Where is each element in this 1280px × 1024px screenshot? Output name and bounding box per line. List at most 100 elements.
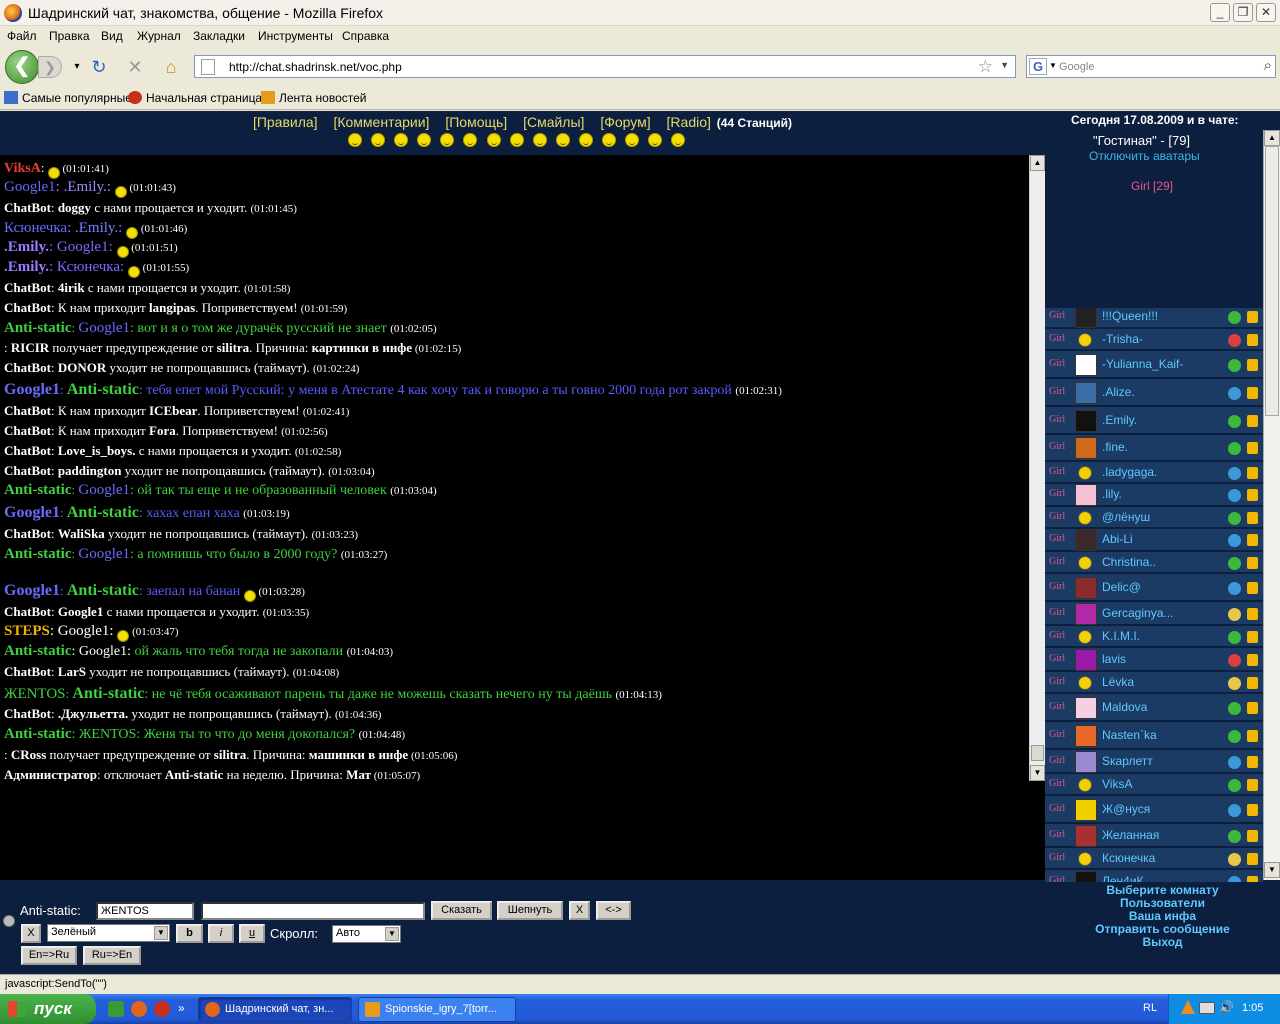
user-name[interactable]: -Trisha- [1102, 332, 1143, 346]
lock-icon[interactable] [1247, 608, 1258, 620]
url-dropdown-icon[interactable]: ▼ [1000, 60, 1009, 70]
scroll-down-icon[interactable]: ▼ [1264, 862, 1280, 878]
message-author[interactable]: ViksA [4, 161, 41, 176]
menu-view[interactable]: Вид [101, 29, 123, 43]
message-author[interactable]: : [4, 340, 11, 355]
user-name[interactable]: .ladygaga. [1102, 465, 1157, 479]
smiley-icon[interactable] [440, 133, 455, 147]
user-name[interactable]: .lily. [1102, 487, 1122, 501]
menu-edit[interactable]: Правка [49, 29, 90, 43]
back-button[interactable]: ❮ [5, 50, 39, 84]
say-button[interactable]: Сказать [431, 901, 492, 920]
message-author[interactable]: STEPS [4, 623, 50, 639]
message-author[interactable]: Anti-static [4, 643, 72, 659]
help-link[interactable]: [Помощь] [445, 114, 507, 130]
whisper-button[interactable]: Шепнуть [497, 901, 563, 920]
lock-icon[interactable] [1247, 702, 1258, 714]
italic-button[interactable]: i [208, 924, 234, 943]
vlc-tray-icon[interactable] [1181, 1000, 1195, 1014]
message-author[interactable]: ChatBot [4, 706, 51, 721]
taskbar-item-torrent[interactable]: Spionskie_igry_7[torr... [358, 997, 516, 1022]
smiley-icon[interactable] [394, 133, 409, 147]
message-author[interactable]: ChatBot [4, 403, 51, 418]
message-author[interactable]: ЖENTOS [4, 686, 66, 702]
lock-icon[interactable] [1247, 779, 1258, 791]
message-author[interactable]: ChatBot [4, 423, 51, 438]
rules-link[interactable]: [Правила] [253, 114, 318, 130]
bookmark-start-page[interactable]: Начальная страница [128, 91, 262, 105]
user-name[interactable]: Желанная [1102, 828, 1159, 842]
avatar[interactable] [1078, 333, 1092, 347]
smiley-icon[interactable] [486, 133, 501, 147]
search-bar[interactable]: G ▼ Google ⌕ [1026, 55, 1276, 78]
user-row[interactable]: Girl Sкарлетт [1045, 750, 1263, 773]
user-name[interactable]: Лен4иК [1102, 874, 1144, 882]
user-row[interactable]: Girl .ladygaga. [1045, 462, 1263, 483]
lock-icon[interactable] [1247, 876, 1258, 882]
private-radio[interactable] [3, 915, 15, 927]
user-row[interactable]: Girl .Alize. [1045, 379, 1263, 406]
network-icon[interactable] [1199, 1002, 1215, 1014]
underline-button[interactable]: u [239, 924, 265, 943]
lock-icon[interactable] [1247, 489, 1258, 501]
lock-icon[interactable] [1247, 442, 1258, 454]
lock-icon[interactable] [1247, 654, 1258, 666]
reload-icon[interactable]: ↻ [88, 56, 110, 78]
menu-bookmarks[interactable]: Закладки [193, 29, 245, 43]
message-author[interactable]: Google1 [4, 381, 60, 398]
scroll-select[interactable]: Авто ▼ [332, 925, 401, 943]
chat-scrollbar[interactable]: ▲ ▼ [1029, 155, 1045, 781]
user-name[interactable]: lavis [1102, 652, 1126, 666]
swap-button[interactable]: <-> [596, 901, 631, 920]
avatar[interactable] [1075, 529, 1097, 551]
message-author[interactable]: Google1 [4, 504, 60, 521]
lock-icon[interactable] [1247, 853, 1258, 865]
smiley-icon[interactable] [417, 133, 432, 147]
avatar[interactable] [1078, 630, 1092, 644]
user-row[interactable]: Girl @лёнуш [1045, 507, 1263, 528]
user-row[interactable]: Girl Ксюнечка [1045, 848, 1263, 869]
bookmark-news-feed[interactable]: Лента новостей [261, 91, 367, 105]
user-row[interactable]: Girl .lily. [1045, 484, 1263, 506]
smileys-link[interactable]: [Смайлы] [523, 114, 584, 130]
avatar[interactable] [1078, 676, 1092, 690]
message-author[interactable]: ChatBot [4, 280, 51, 295]
bookmark-star-icon[interactable]: ☆ [978, 57, 993, 77]
recipient-field[interactable]: ЖENTOS [96, 902, 194, 920]
user-row[interactable]: Girl K.I.M.I. [1045, 626, 1263, 647]
avatar[interactable] [1075, 484, 1097, 506]
stop-icon[interactable]: ✕ [124, 56, 146, 78]
magnifier-icon[interactable]: ⌕ [1264, 57, 1272, 74]
avatar[interactable] [1075, 649, 1097, 671]
user-name[interactable]: Maldova [1102, 700, 1147, 714]
smiley-icon[interactable] [532, 133, 547, 147]
message-author[interactable]: : [4, 747, 11, 762]
avatar[interactable] [1078, 778, 1092, 792]
user-name[interactable]: Christina.. [1102, 555, 1156, 569]
close-button[interactable]: ✕ [1256, 3, 1276, 22]
user-row[interactable]: Girl .Emily. [1045, 407, 1263, 434]
lock-icon[interactable] [1247, 677, 1258, 689]
clear-message-button[interactable]: X [21, 924, 41, 943]
scroll-thumb[interactable] [1265, 146, 1279, 416]
scroll-up-icon[interactable]: ▲ [1264, 130, 1280, 146]
message-author[interactable]: Google1 [4, 582, 60, 599]
lock-icon[interactable] [1247, 804, 1258, 816]
url-bar[interactable]: http://chat.shadrinsk.net/voc.php ☆ ▼ [194, 55, 1016, 78]
user-name[interactable]: Lёvka [1102, 675, 1134, 689]
lock-icon[interactable] [1247, 582, 1258, 594]
menu-history[interactable]: Журнал [137, 29, 181, 43]
user-name[interactable]: @лёнуш [1102, 510, 1150, 524]
bold-button[interactable]: b [176, 924, 203, 943]
user-name[interactable]: Abi-Li [1102, 532, 1133, 546]
avatar[interactable] [1078, 556, 1092, 570]
user-row[interactable]: Girl !!!Queen!!! [1045, 308, 1263, 328]
engine-dropdown-icon[interactable]: ▼ [1049, 61, 1057, 70]
avatar[interactable] [1075, 577, 1097, 599]
user-name[interactable]: .fine. [1102, 440, 1128, 454]
message-author[interactable]: ChatBot [4, 463, 51, 478]
avatar[interactable] [1075, 354, 1097, 376]
message-author[interactable]: ChatBot [4, 200, 51, 215]
user-name[interactable]: .Emily. [1102, 413, 1137, 427]
smiley-icon[interactable] [555, 133, 570, 147]
